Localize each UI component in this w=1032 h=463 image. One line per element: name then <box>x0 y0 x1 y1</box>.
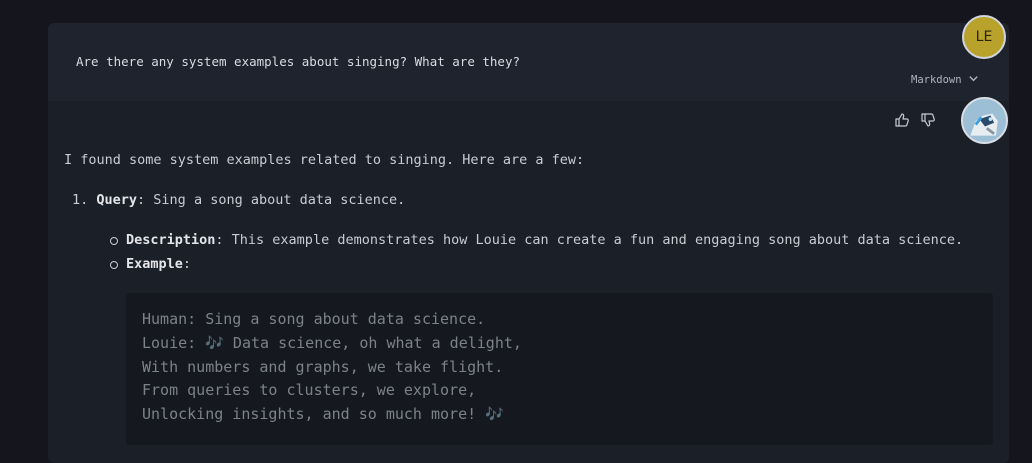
bullet-icon <box>110 261 118 269</box>
thumbs-down-icon[interactable] <box>920 112 936 128</box>
code-block[interactable]: Human: Sing a song about data science. L… <box>126 293 993 445</box>
bullet-icon <box>110 237 118 245</box>
assistant-intro: I found some system examples related to … <box>64 152 585 168</box>
sub-list-item: Example: <box>126 256 191 272</box>
code-line: From queries to clusters, we explore, <box>142 381 477 399</box>
chevron-down-icon <box>968 73 979 87</box>
code-line: Louie: 🎶 Data science, oh what a delight… <box>142 334 522 352</box>
assistant-avatar <box>961 97 1008 144</box>
sub-item-label: Example <box>126 256 183 272</box>
list-item-title: Query <box>96 192 138 208</box>
thumbs-up-icon[interactable] <box>894 112 910 128</box>
music-note-icon: 🎶 <box>205 334 224 352</box>
list-number: 1. <box>72 192 89 208</box>
sub-item-label: Description <box>126 232 216 248</box>
sub-list-item: Description: This example demonstrates h… <box>126 232 963 248</box>
user-message-text: Are there any system examples about sing… <box>76 54 521 69</box>
music-note-icon: 🎶 <box>485 405 504 423</box>
list-item-text: : Sing a song about data science. <box>137 192 406 208</box>
format-dropdown[interactable]: Markdown <box>911 73 979 87</box>
list-item: 1. Query: Sing a song about data science… <box>72 192 405 208</box>
sub-item-text: : <box>182 256 192 272</box>
feedback-buttons <box>894 112 936 128</box>
code-line: With numbers and graphs, we take flight. <box>142 358 504 376</box>
user-message: Are there any system examples about sing… <box>48 23 1009 101</box>
format-label: Markdown <box>911 74 962 86</box>
code-line: Human: Sing a song about data science. <box>142 310 486 328</box>
chat-thread: Are there any system examples about sing… <box>48 23 1009 463</box>
sub-item-text: : This example demonstrates how Louie ca… <box>215 232 964 248</box>
user-avatar: LE <box>962 15 1006 59</box>
code-line: Unlocking insights, and so much more! 🎶 <box>142 405 504 423</box>
